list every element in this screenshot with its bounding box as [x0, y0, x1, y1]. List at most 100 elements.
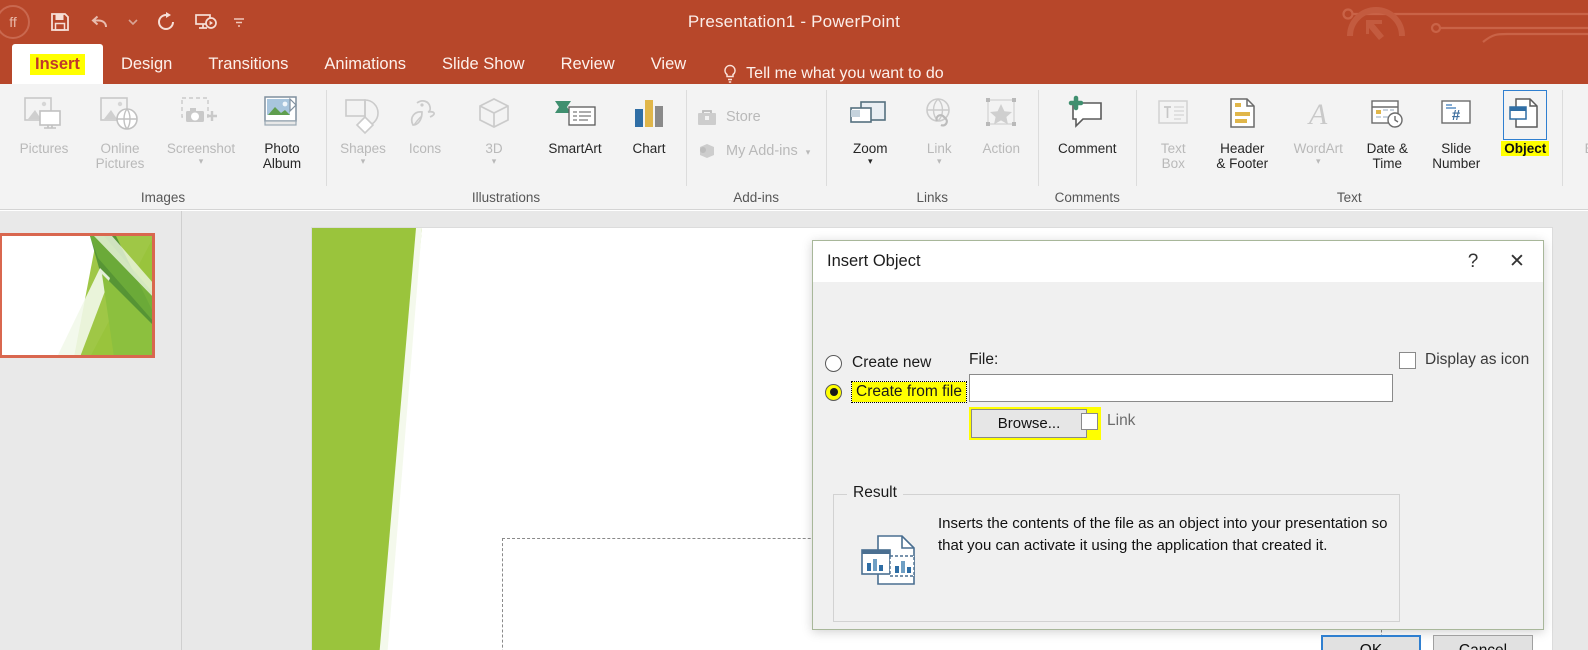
ribbon-button-slide-number-label2: Number: [1432, 156, 1480, 171]
zoom-icon: [846, 92, 894, 138]
office-logo-icon: ff: [0, 0, 40, 44]
ribbon-button-my-add-ins[interactable]: My Add-ins ▾: [692, 134, 820, 168]
ribbon-button-photo-album[interactable]: Photo Album: [244, 88, 320, 184]
ribbon-group-links-label: Links: [832, 190, 1032, 210]
header-footer-icon: [1221, 92, 1263, 138]
ribbon-button-wordart-label: WordArt: [1294, 141, 1343, 156]
display-as-icon-checkbox[interactable]: [1399, 352, 1416, 369]
ribbon-button-slide-number[interactable]: # Slide Number: [1418, 88, 1494, 184]
tab-slide-show-label: Slide Show: [442, 55, 525, 74]
shapes-icon: [341, 92, 385, 138]
dialog-body: Create new Create from file File: Browse…: [813, 283, 1543, 631]
ribbon-button-store[interactable]: Store: [692, 100, 771, 134]
chevron-down-icon[interactable]: ▾: [868, 157, 873, 165]
ribbon-group-add-ins: Store My Add-ins ▾ Add-ins: [686, 84, 826, 210]
ribbon-button-zoom-label: Zoom: [853, 141, 888, 156]
object-icon: [1505, 92, 1545, 138]
powerpoint-window: Presentation1 - PowerPoint ff: [0, 0, 1588, 650]
chevron-down-icon[interactable]: ▾: [937, 157, 942, 165]
ribbon-button-shapes[interactable]: Shapes ▾: [332, 88, 394, 184]
date-time-icon: [1366, 92, 1408, 138]
tab-review[interactable]: Review: [543, 44, 633, 84]
dialog-title-bar: Insert Object ? ✕: [813, 241, 1543, 283]
radio-create-new[interactable]: Create new: [825, 354, 931, 372]
ribbon-group-links: Zoom ▾ Link ▾ Action: [826, 84, 1038, 210]
chevron-down-icon[interactable]: ▾: [361, 157, 366, 165]
thumbnail-design-graphic: [2, 236, 154, 357]
display-as-icon-label: Display as icon: [1425, 351, 1529, 369]
customize-qat-icon[interactable]: [226, 0, 252, 44]
ribbon-button-action[interactable]: Action: [970, 88, 1032, 184]
file-path-input[interactable]: [969, 374, 1393, 402]
tab-view-label: View: [651, 55, 686, 74]
ribbon-button-comment[interactable]: Comment: [1044, 88, 1130, 184]
ribbon-group-comments-label: Comments: [1044, 190, 1130, 210]
ribbon-button-date-time[interactable]: Date & Time: [1356, 88, 1418, 184]
redo-icon[interactable]: [146, 0, 186, 44]
ribbon-button-link-label: Link: [927, 141, 952, 156]
tab-slide-show[interactable]: Slide Show: [424, 44, 543, 84]
chevron-down-icon[interactable]: ▾: [806, 148, 811, 156]
ribbon-button-link[interactable]: Link ▾: [908, 88, 970, 184]
cancel-button[interactable]: Cancel: [1433, 635, 1533, 650]
browse-button[interactable]: Browse...: [971, 409, 1087, 438]
ribbon-button-chart-label: Chart: [632, 141, 665, 156]
ok-button[interactable]: OK: [1321, 635, 1421, 650]
slide-thumbnail-pane[interactable]: [0, 211, 182, 650]
tab-insert-label: Insert: [30, 54, 85, 75]
close-icon[interactable]: ✕: [1495, 242, 1539, 282]
store-icon: [696, 107, 718, 127]
tell-me-search[interactable]: Tell me what you want to do: [704, 64, 943, 84]
radio-create-from-file[interactable]: Create from file: [825, 382, 966, 402]
undo-icon[interactable]: [80, 0, 120, 44]
ribbon-button-pictures-label: Pictures: [20, 141, 69, 156]
ribbon-button-online-pictures[interactable]: Online Pictures: [82, 88, 158, 184]
my-add-ins-icon: [696, 141, 718, 161]
tab-view[interactable]: View: [633, 44, 704, 84]
quick-access-toolbar: ff: [0, 0, 252, 44]
ribbon-button-icons[interactable]: Icons: [394, 88, 456, 184]
save-icon[interactable]: [40, 0, 80, 44]
title-bar: Presentation1 - PowerPoint ff: [0, 0, 1588, 44]
ribbon-button-equation[interactable]: π Equation ▾: [1568, 88, 1588, 184]
ribbon-button-object[interactable]: Object: [1494, 88, 1556, 184]
ribbon-button-header-footer-label: Header: [1220, 141, 1264, 156]
ribbon-group-symbols-label: Symbols: [1568, 190, 1588, 210]
ribbon-tabs-bar: Insert Design Transitions Animations Sli…: [0, 44, 1588, 84]
chevron-down-icon[interactable]: ▾: [199, 157, 204, 165]
ribbon-button-action-label: Action: [983, 141, 1021, 156]
tab-transitions[interactable]: Transitions: [190, 44, 306, 84]
ribbon-button-smartart[interactable]: SmartArt: [532, 88, 618, 184]
wordart-icon: A: [1297, 92, 1339, 138]
ribbon-group-images-label: Images: [6, 190, 320, 210]
ribbon-button-text-box[interactable]: Text Box: [1142, 88, 1204, 184]
chevron-down-icon[interactable]: ▾: [492, 157, 497, 165]
ribbon-button-chart[interactable]: Chart: [618, 88, 680, 184]
display-as-icon-row[interactable]: Display as icon: [1399, 351, 1529, 369]
radio-create-from-file-label: Create from file: [852, 382, 966, 402]
ok-button-label: OK: [1360, 642, 1382, 650]
undo-dropdown-icon[interactable]: [120, 0, 146, 44]
chevron-down-icon[interactable]: ▾: [1316, 157, 1321, 165]
ribbon-button-online-pictures-label: Online: [100, 141, 139, 156]
ribbon-button-3d-models[interactable]: 3D ▾: [456, 88, 532, 184]
ribbon-button-wordart[interactable]: A WordArt ▾: [1280, 88, 1356, 184]
ribbon-tabs: Insert Design Transitions Animations Sli…: [0, 44, 1588, 84]
link-checkbox[interactable]: [1081, 413, 1098, 430]
ribbon-button-equation-label: Equation: [1585, 141, 1588, 156]
text-box-icon: [1152, 92, 1194, 138]
ribbon-button-screenshot[interactable]: Screenshot ▾: [158, 88, 244, 184]
tab-animations[interactable]: Animations: [306, 44, 424, 84]
slide-thumbnail-1[interactable]: [0, 233, 155, 358]
ribbon-button-store-label: Store: [726, 109, 761, 125]
start-slideshow-icon[interactable]: [186, 0, 226, 44]
tab-design[interactable]: Design: [103, 44, 190, 84]
link-checkbox-row[interactable]: Link: [1081, 412, 1135, 430]
ribbon-button-header-footer[interactable]: Header & Footer: [1204, 88, 1280, 184]
svg-text:#: #: [1452, 107, 1461, 124]
ribbon-button-zoom[interactable]: Zoom ▾: [832, 88, 908, 184]
tab-insert[interactable]: Insert: [12, 44, 103, 84]
photo-album-icon: [259, 92, 305, 138]
ribbon-button-pictures[interactable]: Pictures: [6, 88, 82, 184]
help-icon[interactable]: ?: [1451, 242, 1495, 282]
